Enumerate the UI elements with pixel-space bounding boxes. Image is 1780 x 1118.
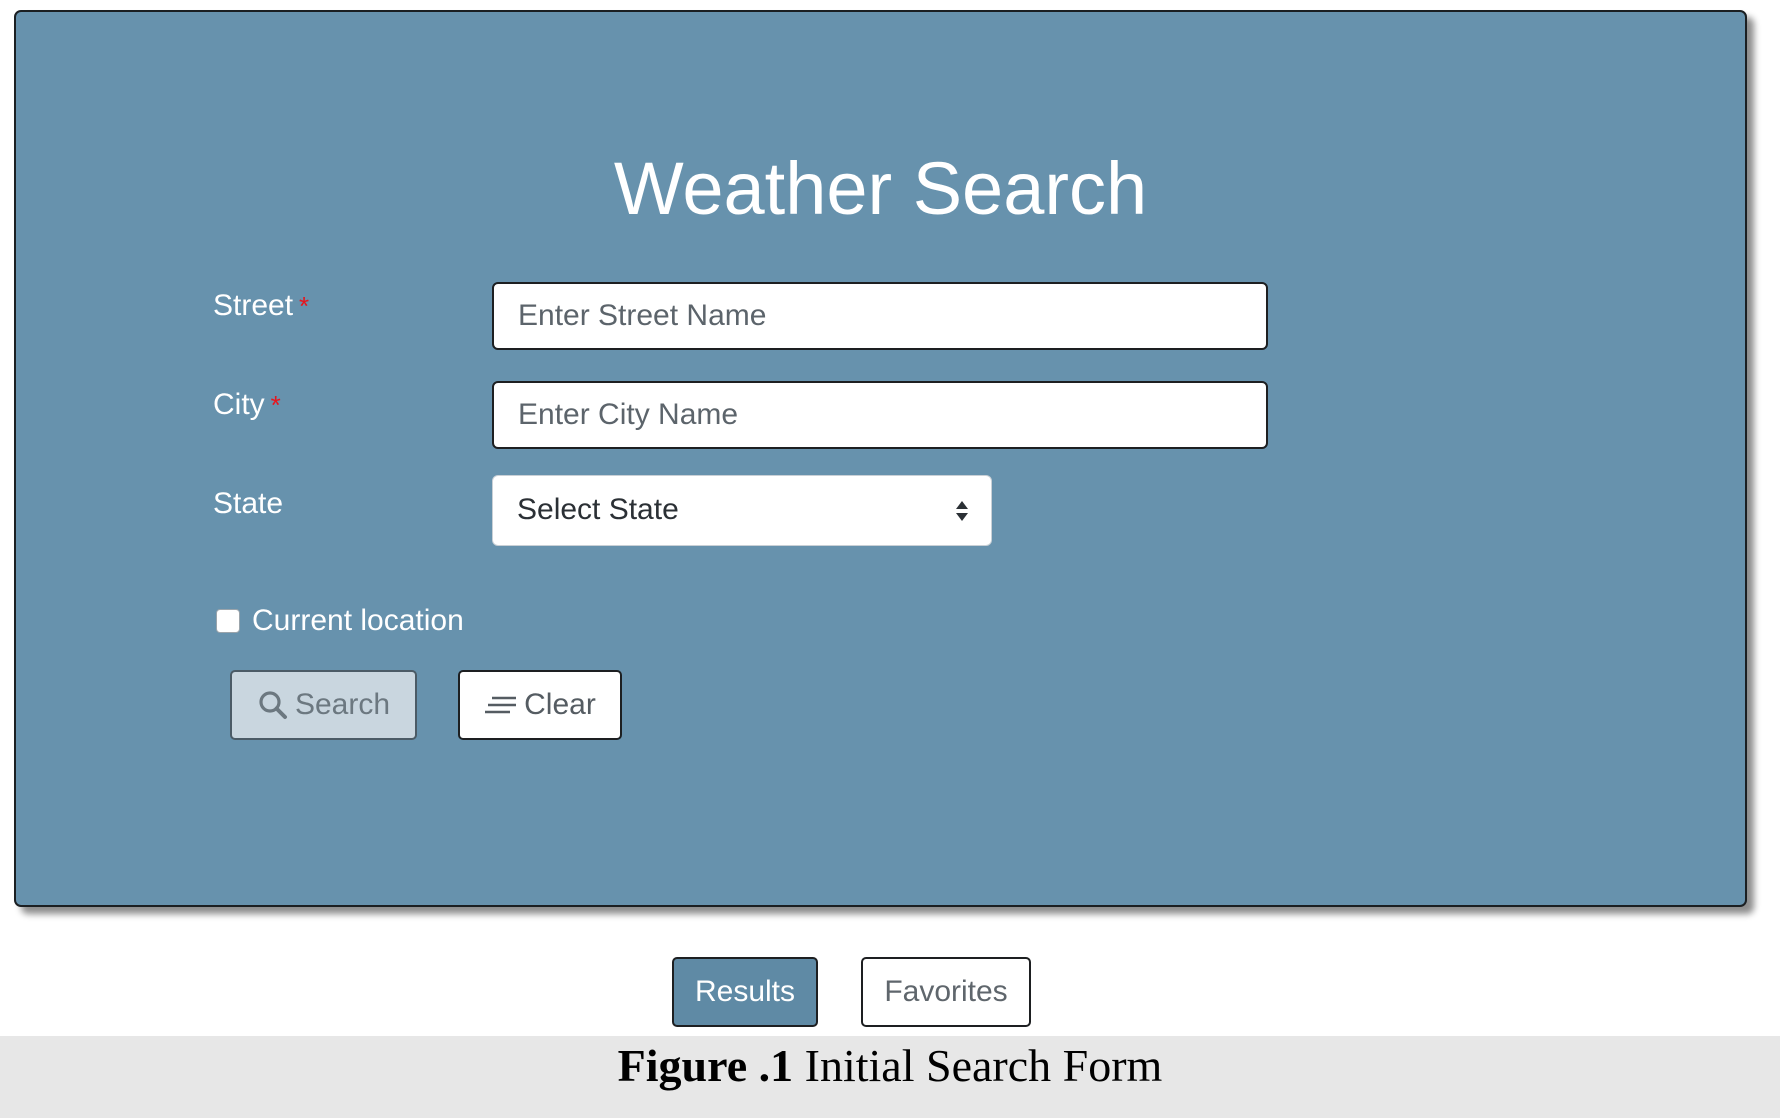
city-required-mark: * <box>270 390 281 420</box>
figure-caption: Figure .1 Initial Search Form <box>0 1038 1780 1094</box>
clear-lines-icon <box>484 693 518 717</box>
favorites-button[interactable]: Favorites <box>861 957 1031 1027</box>
clear-button-label: Clear <box>524 688 596 721</box>
state-label: State <box>213 487 284 520</box>
clear-button[interactable]: Clear <box>458 670 622 740</box>
current-location-checkbox[interactable] <box>216 609 240 633</box>
form-title: Weather Search <box>613 147 1148 230</box>
page: Weather Search Street* City* State Selec… <box>0 0 1780 1118</box>
search-icon <box>257 689 289 721</box>
figure-number: Figure .1 <box>617 1040 794 1091</box>
search-form-panel: Weather Search Street* City* State Selec… <box>14 10 1747 907</box>
street-label-text: Street <box>213 289 294 322</box>
state-select-value: Select State <box>517 493 679 526</box>
favorites-button-label: Favorites <box>884 975 1008 1008</box>
street-required-mark: * <box>299 291 310 321</box>
select-arrows-icon <box>956 501 968 521</box>
street-label: Street * <box>213 288 309 324</box>
figure-caption-text: Initial Search Form <box>793 1040 1163 1091</box>
results-button[interactable]: Results <box>672 957 818 1027</box>
city-input[interactable] <box>492 381 1268 449</box>
search-button[interactable]: Search <box>230 670 417 740</box>
current-location-row: Current location <box>216 601 464 641</box>
city-label: City * <box>213 387 281 423</box>
results-button-label: Results <box>694 975 796 1008</box>
search-button-label: Search <box>294 688 391 721</box>
state-select[interactable]: Select State <box>492 475 992 546</box>
street-input[interactable] <box>492 282 1268 350</box>
current-location-label: Current location <box>252 604 464 637</box>
city-label-text: City <box>213 388 265 421</box>
